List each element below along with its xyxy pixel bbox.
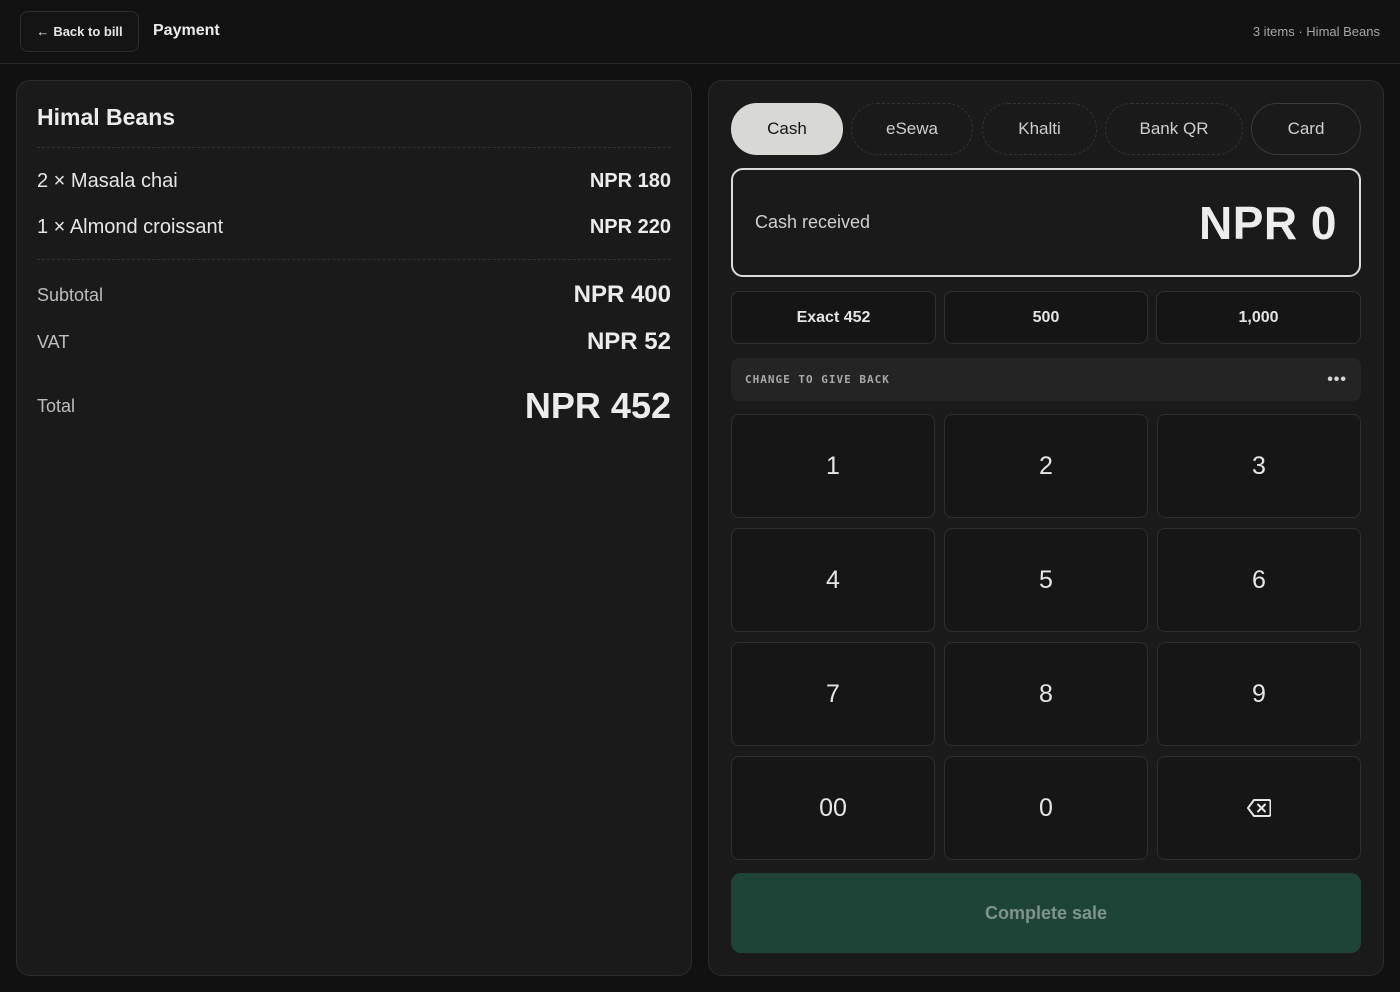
- cash-received-value: NPR 0: [1199, 196, 1337, 249]
- vat-label: VAT: [37, 331, 70, 352]
- keypad-key-0[interactable]: 0: [944, 756, 1148, 860]
- vat-row: VAT NPR 52: [37, 326, 671, 358]
- subtotal-row: Subtotal NPR 400: [37, 279, 671, 311]
- keypad-key-2[interactable]: 2: [944, 414, 1148, 518]
- keypad-key-9[interactable]: 9: [1157, 642, 1361, 746]
- line-item-price: NPR 180: [589, 169, 671, 192]
- keypad-key-7[interactable]: 7: [731, 642, 935, 746]
- total-row: Total NPR 452: [37, 381, 671, 431]
- back-to-bill-button[interactable]: ← Back to bill: [20, 11, 139, 52]
- divider: [37, 147, 671, 148]
- change-placeholder-dots: •••: [1327, 370, 1347, 388]
- tab-cash[interactable]: Cash: [731, 103, 843, 155]
- tab-khalti[interactable]: Khalti: [982, 103, 1097, 155]
- subtotal-value: NPR 400: [573, 281, 671, 308]
- quick-amount-1000-button[interactable]: 1,000: [1156, 291, 1361, 344]
- payment-method-tabs: Cash eSewa Khalti Bank QR Card: [731, 103, 1361, 155]
- keypad-key-4[interactable]: 4: [731, 528, 935, 632]
- keypad-key-3[interactable]: 3: [1157, 414, 1361, 518]
- total-label: Total: [37, 395, 76, 416]
- keypad-key-5[interactable]: 5: [944, 528, 1148, 632]
- store-name: Himal Beans: [37, 104, 176, 130]
- tab-bank-qr[interactable]: Bank QR: [1105, 103, 1243, 155]
- line-item-price: NPR 220: [589, 215, 671, 238]
- cash-received-field[interactable]: Cash received NPR 0: [731, 168, 1361, 277]
- keypad-key-1[interactable]: 1: [731, 414, 935, 518]
- keypad-key-00[interactable]: 00: [731, 756, 935, 860]
- keypad-key-6[interactable]: 6: [1157, 528, 1361, 632]
- vat-value: NPR 52: [586, 328, 671, 355]
- divider: [37, 259, 671, 260]
- subtotal-label: Subtotal: [37, 284, 104, 305]
- change-label: CHANGE TO GIVE BACK: [745, 373, 890, 386]
- quick-amount-500-button[interactable]: 500: [944, 291, 1148, 344]
- line-item: 1 × Almond croissant NPR 220: [37, 212, 671, 242]
- line-item: 2 × Masala chai NPR 180: [37, 166, 671, 196]
- backspace-icon: [1247, 799, 1271, 817]
- keypad-backspace-button[interactable]: [1157, 756, 1361, 860]
- tab-card[interactable]: Card: [1251, 103, 1361, 155]
- keypad-key-8[interactable]: 8: [944, 642, 1148, 746]
- back-button-label: Back to bill: [53, 24, 123, 39]
- complete-sale-button[interactable]: Complete sale: [731, 873, 1361, 953]
- page-title: Payment: [153, 22, 220, 39]
- quick-amount-exact-button[interactable]: Exact 452: [731, 291, 936, 344]
- bill-summary-panel: Himal Beans 2 × Masala chai NPR 180 1 × …: [16, 80, 692, 976]
- payment-panel: Cash eSewa Khalti Bank QR Card Cash rece…: [708, 80, 1384, 976]
- line-item-name: 1 × Almond croissant: [37, 215, 224, 238]
- arrow-left-icon: ←: [36, 24, 50, 39]
- cash-received-label: Cash received: [755, 212, 871, 232]
- change-to-give-back-bar: CHANGE TO GIVE BACK •••: [731, 358, 1361, 401]
- top-bar: ← Back to bill Payment 3 items · Himal B…: [0, 0, 1400, 64]
- order-meta: 3 items · Himal Beans: [1252, 24, 1380, 39]
- total-value: NPR 452: [524, 385, 671, 426]
- tab-esewa[interactable]: eSewa: [851, 103, 973, 155]
- line-item-name: 2 × Masala chai: [37, 169, 178, 192]
